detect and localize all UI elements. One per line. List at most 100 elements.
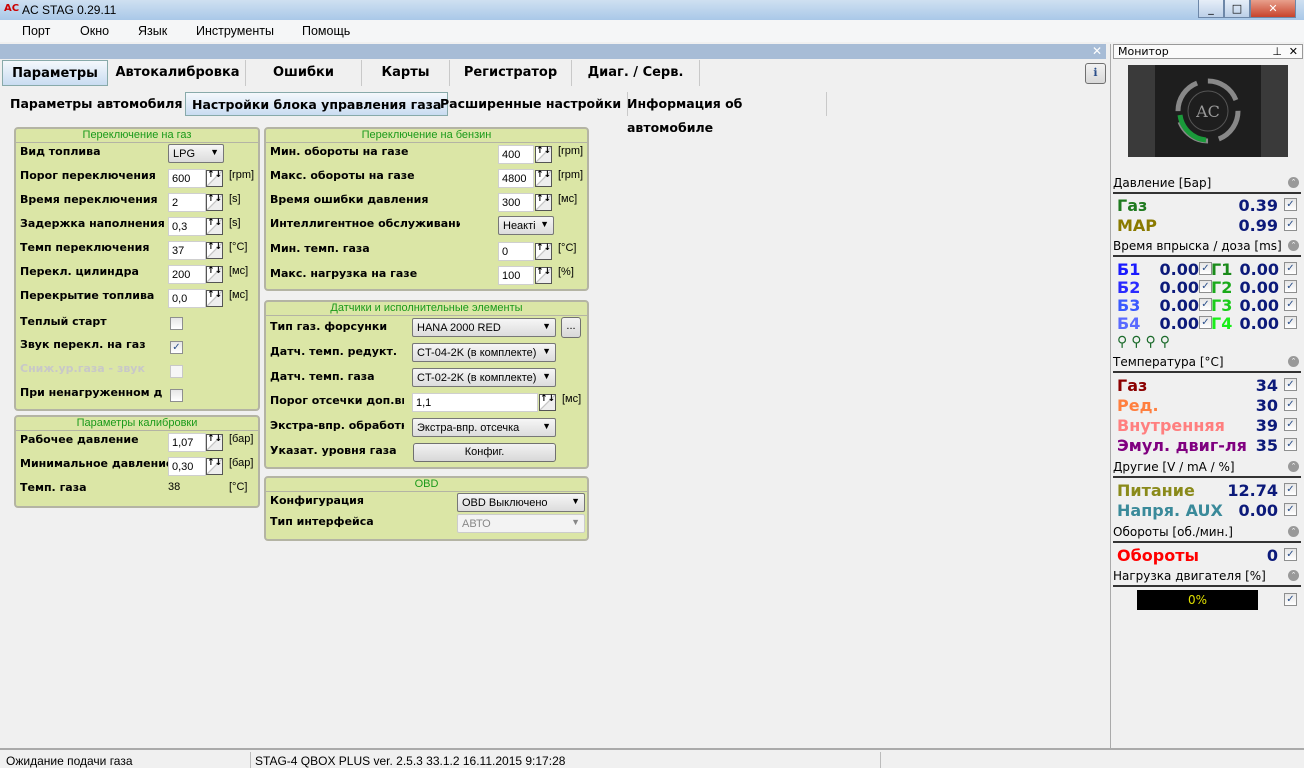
unit: [rpm] — [558, 145, 584, 157]
monitor-panel: Монитор ⊥ ✕ AC Давление [Бар] ⌃ Газ 0.39 … — [1110, 44, 1304, 748]
gas-injection-checkbox[interactable]: ✓ — [1284, 280, 1297, 293]
gas-injection-value: 0.00 — [1239, 260, 1279, 279]
temperature-label: Ред. — [1117, 396, 1159, 415]
spinner-icon[interactable]: ↑↓ — [206, 170, 223, 187]
switch-temp-input[interactable]: 37 — [168, 241, 206, 260]
obd-config-select[interactable]: OBD Выключено ▼ — [457, 493, 585, 512]
spinner-icon[interactable]: ↑↓ — [206, 242, 223, 259]
collapse-icon[interactable]: ⌃ — [1288, 240, 1299, 251]
menu-port[interactable]: Порт — [22, 24, 50, 38]
collapse-icon[interactable]: ⌃ — [1288, 461, 1299, 472]
cutoff-threshold-input[interactable]: 1,1 — [412, 393, 538, 412]
menu-help[interactable]: Помощь — [302, 24, 350, 38]
spinner-icon[interactable]: ↑↓ — [535, 243, 552, 260]
max-rpm-input[interactable]: 4800 — [498, 169, 534, 188]
spinner-icon[interactable]: ↑↓ — [535, 267, 552, 284]
tab-parameters[interactable]: Параметры — [2, 60, 108, 86]
temperature-checkbox[interactable]: ✓ — [1284, 418, 1297, 431]
collapse-icon[interactable]: ⌃ — [1288, 526, 1299, 537]
app-logo-icon: AC — [4, 3, 20, 14]
working-pressure-input[interactable]: 1,07 — [168, 433, 206, 452]
fuel-overlap-input[interactable]: 0,0 — [168, 289, 206, 308]
map-value: 0.99 — [1238, 216, 1278, 235]
spinner-icon[interactable]: ↑↓ — [535, 146, 552, 163]
subtab-ecu-settings[interactable]: Настройки блока управления газа — [185, 92, 449, 116]
collapse-icon[interactable]: ⌃ — [1288, 570, 1299, 581]
tab-autocalibration[interactable]: Автокалибровка — [110, 60, 246, 86]
close-icon[interactable]: ✕ — [1289, 45, 1298, 58]
reducer-temp-sensor-select[interactable]: CT-04-2K (в комплекте) ▼ — [412, 343, 556, 362]
unit: [мс] — [558, 193, 578, 205]
chevron-down-icon: ▼ — [542, 371, 551, 381]
tab-diag-service[interactable]: Диаг. / Серв. — [572, 60, 700, 86]
menu-window[interactable]: Окно — [80, 24, 109, 38]
close-document-icon[interactable]: ✕ — [1092, 44, 1102, 58]
rpm-checkbox[interactable]: ✓ — [1284, 548, 1297, 561]
engine-load-checkbox[interactable]: ✓ — [1284, 593, 1297, 606]
min-rpm-input[interactable]: 400 — [498, 145, 534, 164]
menu-language[interactable]: Язык — [138, 24, 167, 38]
other-checkbox[interactable]: ✓ — [1284, 483, 1297, 496]
temperature-checkbox[interactable]: ✓ — [1284, 438, 1297, 451]
section-title: Давление [Бар] — [1113, 176, 1212, 190]
injector-type-select[interactable]: HANA 2000 RED ▼ — [412, 318, 556, 337]
temperature-checkbox[interactable]: ✓ — [1284, 378, 1297, 391]
tab-recorder[interactable]: Регистратор — [450, 60, 572, 86]
gas-switch-sound-checkbox[interactable]: ✓ — [170, 341, 183, 354]
subtab-car-info[interactable]: Информация об автомобиле — [621, 92, 827, 135]
fuel-type-select[interactable]: LPG ▼ — [168, 144, 224, 163]
map-checkbox[interactable]: ✓ — [1284, 218, 1297, 231]
collapse-icon[interactable]: ⌃ — [1288, 177, 1299, 188]
spinner-icon[interactable]: ↑↓ — [206, 458, 223, 475]
extra-injection-select[interactable]: Экстра-впр. отсечка ▼ — [412, 418, 556, 437]
temperature-value: 35 — [1255, 436, 1278, 455]
spinner-icon[interactable]: ↑↓ — [535, 194, 552, 211]
tab-maps[interactable]: Карты — [362, 60, 450, 86]
collapse-icon[interactable]: ⌃ — [1288, 356, 1299, 367]
spinner-icon[interactable]: ↑↓ — [206, 266, 223, 283]
section-title: Время впрыска / доза [ms] — [1113, 239, 1282, 253]
temperature-label: Эмул. двиг-ля — [1117, 436, 1247, 455]
switch-time-input[interactable]: 2 — [168, 193, 206, 212]
map-label: MAP — [1117, 216, 1158, 235]
temperature-checkbox[interactable]: ✓ — [1284, 398, 1297, 411]
pin-icon[interactable]: ⊥ — [1272, 45, 1282, 58]
fill-delay-input[interactable]: 0,3 — [168, 217, 206, 236]
menu-tools[interactable]: Инструменты — [196, 24, 274, 38]
spinner-icon[interactable]: ↑↓ — [206, 218, 223, 235]
gas-pressure-checkbox[interactable]: ✓ — [1284, 198, 1297, 211]
row-label: Мин. темп. газа — [270, 242, 370, 255]
min-gas-temp-input[interactable]: 0 — [498, 242, 534, 261]
max-load-input[interactable]: 100 — [498, 266, 534, 285]
temperature-label: Газ — [1117, 376, 1148, 395]
gas-temp-sensor-select[interactable]: CT-02-2K (в комплекте) ▼ — [412, 368, 556, 387]
switch-threshold-input[interactable]: 600 — [168, 169, 206, 188]
other-checkbox[interactable]: ✓ — [1284, 503, 1297, 516]
spinner-icon[interactable]: ↑↓ — [206, 434, 223, 451]
cylinder-switch-input[interactable]: 200 — [168, 265, 206, 284]
unloaded-engine-checkbox[interactable] — [170, 389, 183, 402]
close-button[interactable]: ✕ — [1250, 0, 1296, 18]
min-pressure-input[interactable]: 0,30 — [168, 457, 206, 476]
info-icon[interactable]: ℹ — [1085, 63, 1106, 84]
tab-errors[interactable]: Ошибки — [246, 60, 362, 86]
smart-service-select[interactable]: Неакті ▼ — [498, 216, 554, 235]
low-gas-sound-checkbox[interactable] — [170, 365, 183, 378]
gas-injection-checkbox[interactable]: ✓ — [1284, 316, 1297, 329]
gas-injection-checkbox[interactable]: ✓ — [1284, 262, 1297, 275]
pressure-error-time-input[interactable]: 300 — [498, 193, 534, 212]
spinner-icon[interactable]: ↑↓ — [535, 170, 552, 187]
spinner-icon[interactable]: ↑↓ — [206, 194, 223, 211]
chevron-down-icon: ▼ — [542, 346, 551, 356]
subtab-advanced[interactable]: Расширенные настройки — [434, 92, 629, 116]
injector-more-button[interactable]: ... — [561, 317, 581, 338]
subtab-car-params[interactable]: Параметры автомобиля — [4, 92, 190, 116]
gas-injection-checkbox[interactable]: ✓ — [1284, 298, 1297, 311]
spinner-icon[interactable]: ↑↓ — [206, 290, 223, 307]
warm-start-checkbox[interactable] — [170, 317, 183, 330]
minimize-button[interactable]: _ — [1198, 0, 1224, 18]
gas-level-config-button[interactable]: Конфиг. — [413, 443, 556, 462]
obd-interface-select[interactable]: АВТО ▼ — [457, 514, 585, 533]
spinner-icon[interactable]: ↑↓ — [539, 394, 556, 411]
maximize-button[interactable]: □ — [1224, 0, 1250, 18]
